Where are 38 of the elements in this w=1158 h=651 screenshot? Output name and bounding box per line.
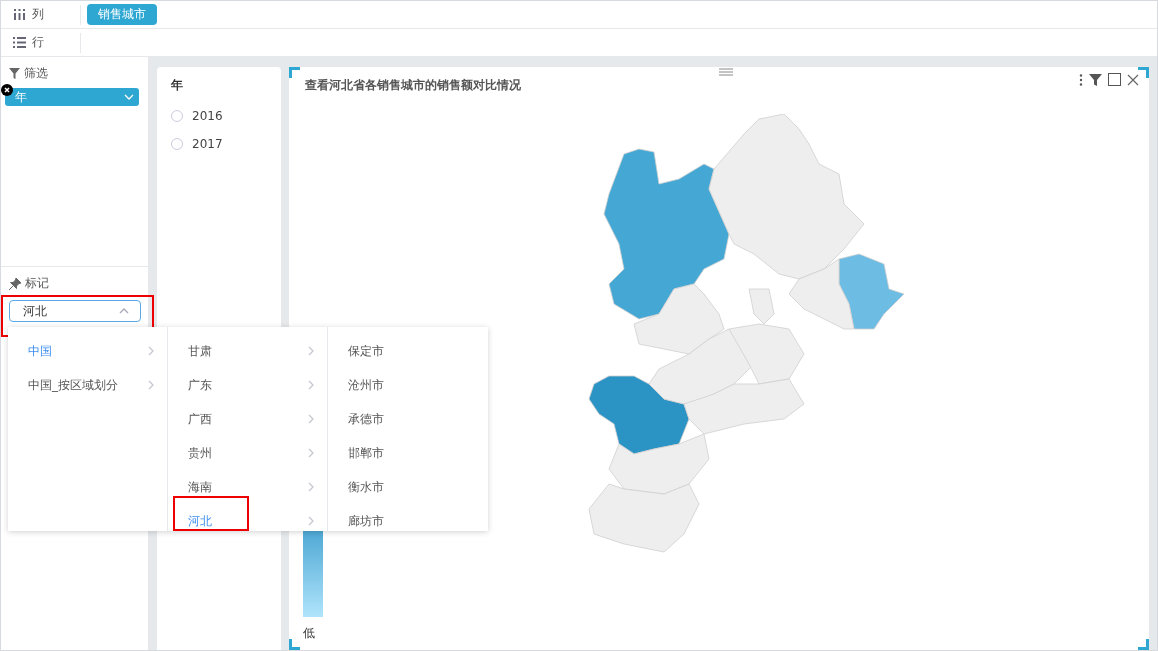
columns-icon <box>13 9 26 20</box>
menu-item[interactable]: 河北 <box>168 504 327 538</box>
menu-item[interactable]: 广东 <box>168 368 327 402</box>
list-icon <box>13 37 26 48</box>
drag-handle-icon[interactable] <box>719 68 733 76</box>
maximize-icon[interactable] <box>1108 73 1121 86</box>
section-title: 标记 <box>25 275 49 292</box>
close-icon[interactable] <box>1127 73 1139 86</box>
menu-item[interactable]: 中国 <box>8 334 167 368</box>
pin-icon <box>9 277 21 290</box>
menu-item[interactable]: 衡水市 <box>328 470 488 504</box>
menu-item[interactable]: 沧州市 <box>328 368 488 402</box>
more-icon[interactable] <box>1079 73 1083 86</box>
corner-handle[interactable] <box>1138 639 1149 650</box>
corner-handle[interactable] <box>1138 67 1149 78</box>
menu-item[interactable]: 邯郸市 <box>328 436 488 470</box>
filter-icon[interactable] <box>1089 73 1102 86</box>
option-label: 2017 <box>192 137 223 151</box>
chart-title: 查看河北省各销售城市的销售额对比情况 <box>305 77 521 94</box>
corner-handle[interactable] <box>289 67 300 78</box>
option-label: 2016 <box>192 109 223 123</box>
shelf-label: 行 <box>32 34 44 51</box>
menu-item[interactable]: 海南 <box>168 470 327 504</box>
filter-icon <box>9 68 20 79</box>
corner-handle[interactable] <box>289 639 300 650</box>
menu-item[interactable]: 廊坊市 <box>328 504 488 538</box>
menu-item[interactable]: 保定市 <box>328 334 488 368</box>
menu-item[interactable]: 承德市 <box>328 402 488 436</box>
menu-item[interactable]: 贵州 <box>168 436 327 470</box>
menu-item[interactable]: 广西 <box>168 402 327 436</box>
section-title: 筛选 <box>24 65 48 82</box>
menu-item[interactable]: 甘肃 <box>168 334 327 368</box>
remove-icon[interactable] <box>1 84 13 96</box>
filter-title: 年 <box>171 77 184 94</box>
region-select[interactable]: 河北 <box>9 300 141 322</box>
menu-item[interactable]: 中国_按区域划分 <box>8 368 167 402</box>
shelf-label: 列 <box>32 6 44 23</box>
legend-label: 低 <box>303 625 316 642</box>
